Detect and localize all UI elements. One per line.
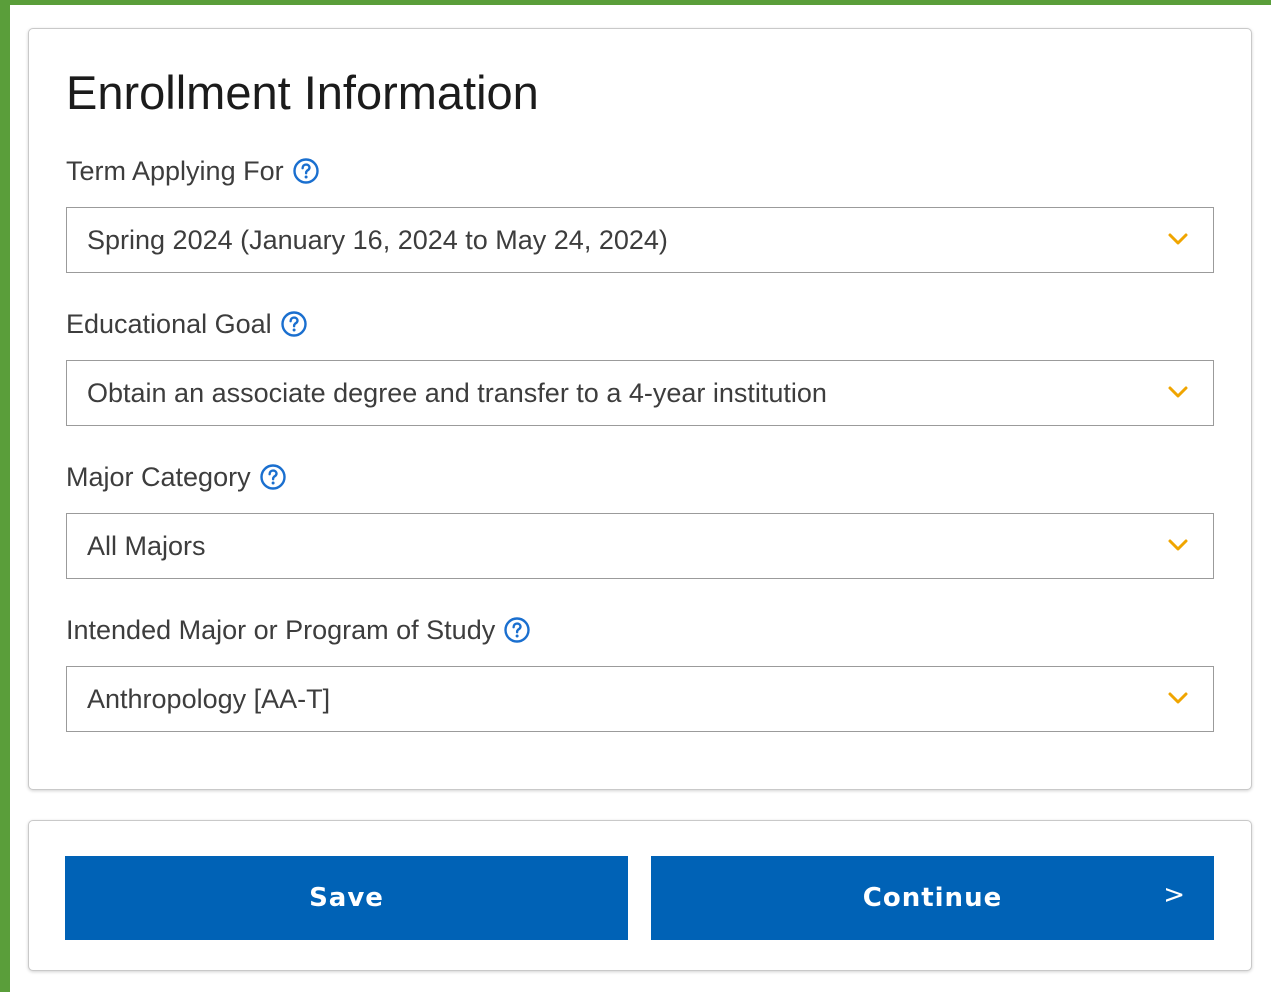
page-title: Enrollment Information xyxy=(66,66,539,119)
educational-goal-select[interactable]: Obtain an associate degree and transfer … xyxy=(66,360,1214,426)
save-button[interactable]: Save xyxy=(65,856,628,940)
intended-major-select[interactable]: Anthropology [AA-T] xyxy=(66,666,1214,732)
question-circle-icon[interactable] xyxy=(292,158,319,184)
page-frame-left xyxy=(0,0,10,992)
chevron-right-icon: > xyxy=(1163,880,1186,910)
continue-button[interactable]: Continue > xyxy=(651,856,1214,940)
intended-major-value: Anthropology [AA-T] xyxy=(87,684,331,714)
question-circle-icon[interactable] xyxy=(259,464,286,490)
question-circle-icon[interactable] xyxy=(504,617,530,643)
intended-major-label: Intended Major or Program of Study xyxy=(66,613,530,647)
save-button-label: Save xyxy=(309,883,384,913)
term-applying-for-select[interactable]: Spring 2024 (January 16, 2024 to May 24,… xyxy=(66,207,1214,273)
chevron-down-icon xyxy=(1168,233,1188,245)
question-circle-icon[interactable] xyxy=(280,311,307,337)
educational-goal-value: Obtain an associate degree and transfer … xyxy=(87,378,827,408)
major-category-label-text: Major Category xyxy=(66,461,251,492)
chevron-down-icon xyxy=(1168,539,1188,551)
term-applying-for-label: Term Applying For xyxy=(66,154,319,188)
continue-button-label: Continue xyxy=(862,883,1003,913)
educational-goal-label: Educational Goal xyxy=(66,307,307,341)
intended-major-label-text: Intended Major or Program of Study xyxy=(66,614,496,645)
term-applying-for-value: Spring 2024 (January 16, 2024 to May 24,… xyxy=(87,225,668,255)
term-applying-for-label-text: Term Applying For xyxy=(66,155,284,186)
chevron-down-icon xyxy=(1168,386,1188,398)
major-category-select[interactable]: All Majors xyxy=(66,513,1214,579)
form-actions-card: Save Continue > xyxy=(28,820,1252,971)
page-frame-top xyxy=(0,0,1271,5)
enrollment-information-card: Enrollment Information Term Applying For… xyxy=(28,28,1252,790)
chevron-down-icon xyxy=(1168,692,1188,704)
educational-goal-label-text: Educational Goal xyxy=(66,308,272,339)
major-category-label: Major Category xyxy=(66,460,286,494)
major-category-value: All Majors xyxy=(87,531,206,561)
